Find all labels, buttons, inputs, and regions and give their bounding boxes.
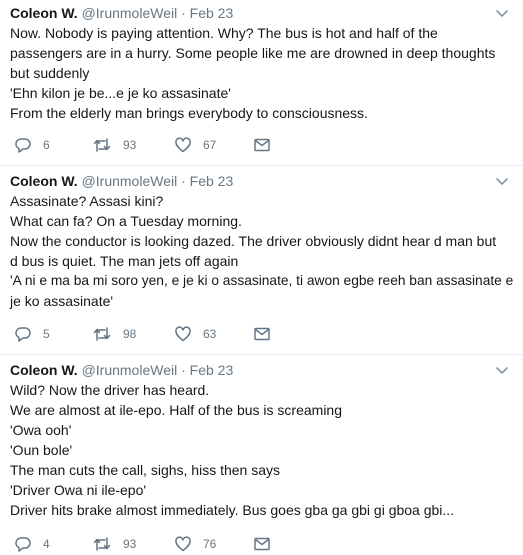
like-button[interactable]: 76 <box>174 534 216 554</box>
direct-message-button[interactable] <box>253 534 271 554</box>
retweet-button[interactable]: 93 <box>92 534 136 554</box>
tweet-text-line: What can fa? On a Tuesday morning. <box>10 213 242 229</box>
tweet-actions: 4 93 76 <box>10 534 410 554</box>
reply-icon <box>14 325 32 343</box>
chevron-down-icon[interactable] <box>493 3 511 23</box>
like-button[interactable]: 63 <box>174 324 216 344</box>
separator-dot: · <box>181 362 186 378</box>
like-count: 63 <box>203 327 217 341</box>
tweet-timestamp[interactable]: Feb 23 <box>190 362 234 378</box>
like-icon <box>174 535 192 553</box>
tweet-text-line: 'Oun bole' <box>10 442 73 458</box>
tweet-text-line: Now. Nobody is paying attention. Why? Th… <box>10 25 438 41</box>
tweet-text-line: From the elderly man brings everybody to… <box>10 105 368 121</box>
tweet-actions: 5 98 63 <box>10 324 410 344</box>
tweet-header: Coleon W. @IrunmoleWeil · Feb 23 <box>10 360 513 380</box>
tweet-text-line: d bus is quiet. The man jets off again <box>10 253 239 269</box>
retweet-icon <box>92 325 112 343</box>
retweet-count: 98 <box>123 327 137 341</box>
separator-dot: · <box>181 5 186 21</box>
reply-count: 4 <box>43 537 50 551</box>
author-name[interactable]: Coleon W. <box>10 5 78 21</box>
author-name[interactable]: Coleon W. <box>10 362 78 378</box>
author-handle[interactable]: @IrunmoleWeil <box>82 173 178 189</box>
tweet-text-line: 'Ehn kilon je be...e je ko assasinate' <box>10 85 231 101</box>
tweet-text-line: 'Driver Owa ni ile-epo' <box>10 482 147 498</box>
like-count: 67 <box>203 138 217 152</box>
tweet-header: Coleon W. @IrunmoleWeil · Feb 23 <box>10 171 513 191</box>
tweet-divider <box>0 354 523 355</box>
direct-message-button[interactable] <box>253 324 271 344</box>
tweet-divider <box>0 165 523 166</box>
tweet-timestamp[interactable]: Feb 23 <box>190 173 234 189</box>
reply-count: 6 <box>43 138 50 152</box>
chevron-down-icon[interactable] <box>493 360 511 380</box>
retweet-count: 93 <box>123 138 137 152</box>
tweet-text-line: Driver hits brake almost immediately. Bu… <box>10 502 455 518</box>
reply-icon <box>14 136 32 154</box>
tweet-text-line: passengers are in a hurry. Some people l… <box>10 45 496 61</box>
retweet-icon <box>92 535 112 553</box>
message-icon <box>253 136 271 154</box>
tweet-text-line: 'A ni e ma ba mi soro yen, e je ki o ass… <box>10 273 514 288</box>
like-icon <box>174 136 192 154</box>
author-name[interactable]: Coleon W. <box>10 173 78 189</box>
tweet[interactable]: Coleon W. @IrunmoleWeil · Feb 23 Assasin… <box>0 171 523 311</box>
tweet-text-line: 'Owa ooh' <box>10 422 72 438</box>
tweet-text-line: but suddenly <box>10 65 90 81</box>
tweet-timestamp[interactable]: Feb 23 <box>190 5 234 21</box>
retweet-button[interactable]: 98 <box>92 324 136 344</box>
like-count: 76 <box>203 537 217 551</box>
reply-button[interactable]: 4 <box>14 534 50 554</box>
separator-dot: · <box>181 173 186 189</box>
tweet-text: Assasinate? Assasi kini? What can fa? On… <box>10 191 513 311</box>
retweet-count: 93 <box>123 537 137 551</box>
like-button[interactable]: 67 <box>174 135 216 155</box>
tweet-text-line: Wild? Now the driver has heard. <box>10 382 210 398</box>
tweet[interactable]: Coleon W. @IrunmoleWeil · Feb 23 Wild? N… <box>0 360 523 520</box>
chevron-down-icon[interactable] <box>493 171 511 191</box>
tweet-text-line: Now the conductor is looking dazed. The … <box>10 233 497 249</box>
reply-icon <box>14 535 32 553</box>
message-icon <box>253 325 271 343</box>
retweet-button[interactable]: 93 <box>92 135 136 155</box>
tweet-header: Coleon W. @IrunmoleWeil · Feb 23 <box>10 3 513 23</box>
reply-count: 5 <box>43 327 50 341</box>
tweet-text-line: The man cuts the call, sighs, hiss then … <box>10 462 281 478</box>
retweet-icon <box>92 136 112 154</box>
tweet-text-line: je ko assasinate' <box>10 293 114 309</box>
tweet-text-line: We are almost at ile-epo. Half of the bu… <box>10 402 343 418</box>
direct-message-button[interactable] <box>253 135 271 155</box>
tweet-text: Wild? Now the driver has heard. We are a… <box>10 380 513 520</box>
tweet-text-line: Assasinate? Assasi kini? <box>10 193 164 209</box>
tweet[interactable]: Coleon W. @IrunmoleWeil · Feb 23 Now. No… <box>0 3 523 123</box>
author-handle[interactable]: @IrunmoleWeil <box>82 5 178 21</box>
author-handle[interactable]: @IrunmoleWeil <box>82 362 178 378</box>
reply-button[interactable]: 5 <box>14 324 50 344</box>
message-icon <box>253 535 271 553</box>
reply-button[interactable]: 6 <box>14 135 50 155</box>
tweet-actions: 6 93 67 <box>10 135 410 155</box>
like-icon <box>174 325 192 343</box>
tweet-text: Now. Nobody is paying attention. Why? Th… <box>10 23 513 123</box>
